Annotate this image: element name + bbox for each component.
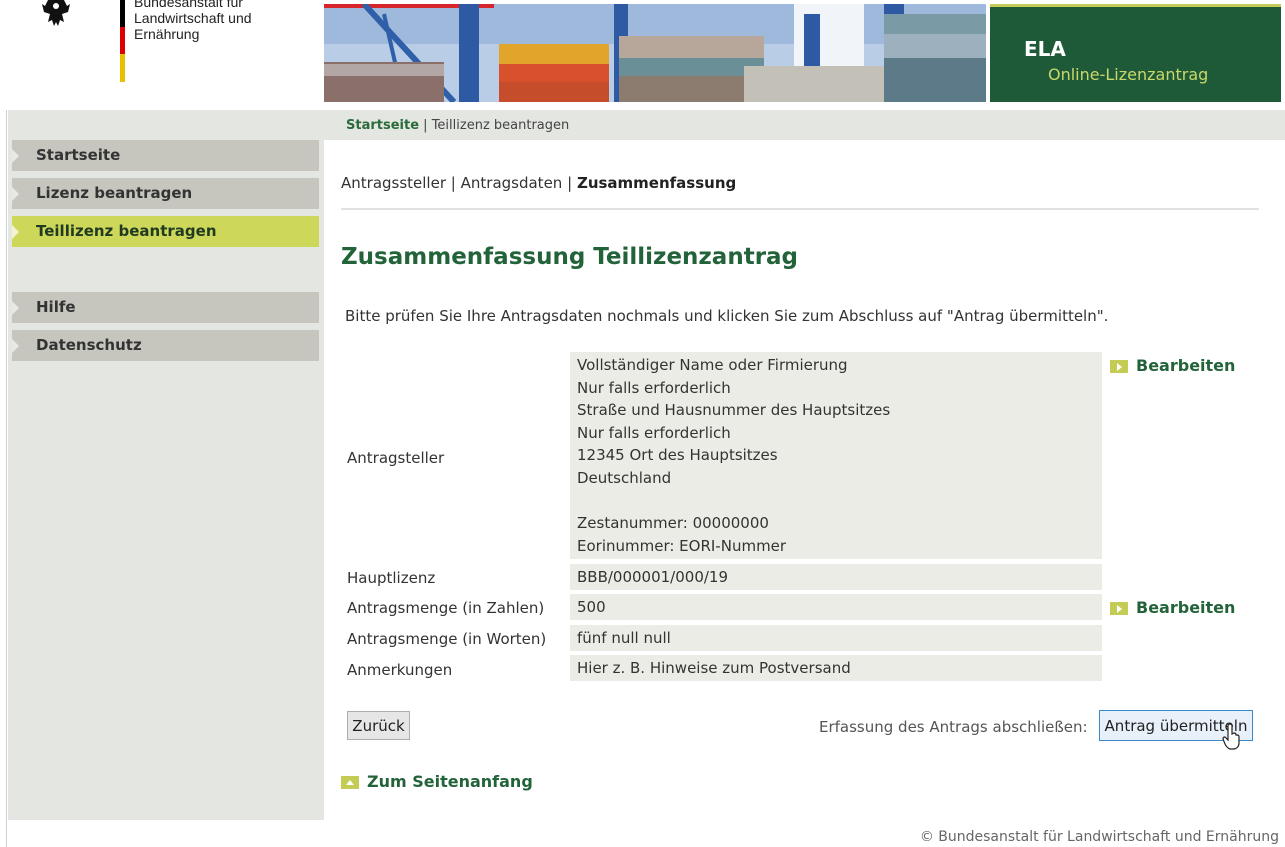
quantity-numbers-label: Antragsmenge (in Zahlen) bbox=[347, 599, 545, 617]
step-zusammenfassung: Zusammenfassung bbox=[576, 174, 737, 192]
applicant-line: Deutschland bbox=[577, 468, 672, 487]
sidebar-item-label: Lizenz beantragen bbox=[36, 184, 193, 202]
left-border bbox=[0, 0, 7, 847]
applicant-line: Zestanummer: 00000000 bbox=[577, 514, 769, 533]
step-antragssteller[interactable]: Antragssteller bbox=[341, 174, 446, 192]
app-name: ELA bbox=[1024, 37, 1066, 61]
intro-text: Bitte prüfen Sie Ihre Antragsdaten nochm… bbox=[345, 307, 1109, 325]
app-title-box: ELA Online-Lizenzantrag bbox=[990, 4, 1281, 102]
sidebar-item-datenschutz[interactable]: Datenschutz bbox=[12, 330, 319, 361]
steps-divider bbox=[341, 208, 1259, 210]
arrow-right-icon bbox=[1110, 602, 1128, 615]
applicant-line: Nur falls erforderlich bbox=[577, 423, 731, 442]
arrow-right-icon bbox=[1110, 360, 1128, 373]
quantity-words-value: fünf null null bbox=[570, 625, 1102, 651]
edit-quantity-link[interactable]: Bearbeiten bbox=[1110, 598, 1235, 617]
applicant-line: Straße und Hausnummer des Hauptsitzes bbox=[577, 401, 891, 420]
main-license-value: BBB/000001/000/19 bbox=[570, 564, 1102, 590]
edit-label: Bearbeiten bbox=[1136, 356, 1236, 375]
finish-label: Erfassung des Antrags abschließen: bbox=[819, 718, 1088, 736]
breadcrumb: Startseite | Teillizenz beantragen bbox=[346, 118, 569, 133]
institution-line-1: Bundesanstalt für bbox=[134, 0, 243, 10]
mouse-pointer-icon bbox=[1222, 723, 1240, 750]
sidebar-item-label: Startseite bbox=[36, 146, 121, 164]
step-separator: | bbox=[450, 174, 456, 192]
step-antragsdaten[interactable]: Antragsdaten bbox=[461, 174, 563, 192]
german-flag-stripe bbox=[120, 0, 125, 82]
sidebar-item-lizenz-beantragen[interactable]: Lizenz beantragen bbox=[12, 178, 319, 209]
edit-applicant-link[interactable]: Bearbeiten bbox=[1110, 356, 1235, 375]
step-indicator: Antragssteller | Antragsdaten | Zusammen… bbox=[341, 174, 736, 192]
app-subtitle: Online-Lizenzantrag bbox=[1048, 65, 1209, 84]
container-port-banner bbox=[324, 4, 986, 102]
breadcrumb-bar bbox=[8, 110, 1285, 140]
breadcrumb-home-link[interactable]: Startseite bbox=[346, 118, 419, 133]
institution-name: Bundesanstalt für Landwirtschaft und Ern… bbox=[134, 0, 310, 42]
quantity-words-label: Antragsmenge (in Worten) bbox=[347, 630, 547, 648]
main-license-label: Hauptlizenz bbox=[347, 569, 436, 587]
applicant-line: Eorinummer: EORI-Nummer bbox=[577, 536, 787, 555]
arrow-up-icon bbox=[341, 776, 359, 789]
edit-label: Bearbeiten bbox=[1136, 598, 1236, 617]
breadcrumb-current: Teillizenz beantragen bbox=[431, 118, 570, 133]
step-separator: | bbox=[567, 174, 573, 192]
sidebar-item-teillizenz-beantragen[interactable]: Teillizenz beantragen bbox=[12, 216, 319, 247]
applicant-value: Vollständiger Name oder Firmierung Nur f… bbox=[570, 352, 1102, 559]
footer-copyright: © Bundesanstalt für Landwirtschaft und E… bbox=[919, 829, 1279, 845]
applicant-label: Antragsteller bbox=[347, 449, 445, 467]
sidebar-item-label: Teillizenz beantragen bbox=[36, 222, 217, 240]
remarks-value: Hier z. B. Hinweise zum Postversand bbox=[570, 655, 1102, 681]
back-to-top-label: Zum Seitenanfang bbox=[367, 772, 533, 791]
institution-line-2: Landwirtschaft und Ernährung bbox=[134, 10, 252, 42]
applicant-line: Vollständiger Name oder Firmierung bbox=[577, 356, 848, 374]
sidebar-item-label: Datenschutz bbox=[36, 336, 142, 354]
applicant-line: Nur falls erforderlich bbox=[577, 378, 731, 397]
applicant-line: 12345 Ort des Hauptsitzes bbox=[577, 446, 778, 465]
federal-eagle-icon bbox=[42, 0, 70, 26]
quantity-numbers-value: 500 bbox=[570, 594, 1102, 620]
page-header: Bundesanstalt für Landwirtschaft und Ern… bbox=[0, 0, 1285, 110]
sidebar-item-hilfe[interactable]: Hilfe bbox=[12, 292, 319, 323]
applicant-line-blank bbox=[577, 490, 1102, 513]
breadcrumb-separator: | bbox=[423, 118, 428, 133]
back-to-top-link[interactable]: Zum Seitenanfang bbox=[341, 772, 533, 791]
remarks-label: Anmerkungen bbox=[347, 661, 453, 679]
bmel-logo[interactable]: Bundesanstalt für Landwirtschaft und Ern… bbox=[40, 0, 310, 105]
page-title: Zusammenfassung Teillizenzantrag bbox=[341, 244, 799, 270]
back-button[interactable]: Zurück bbox=[347, 711, 410, 740]
sidebar-item-label: Hilfe bbox=[36, 298, 76, 316]
sidebar-item-startseite[interactable]: Startseite bbox=[12, 140, 319, 171]
